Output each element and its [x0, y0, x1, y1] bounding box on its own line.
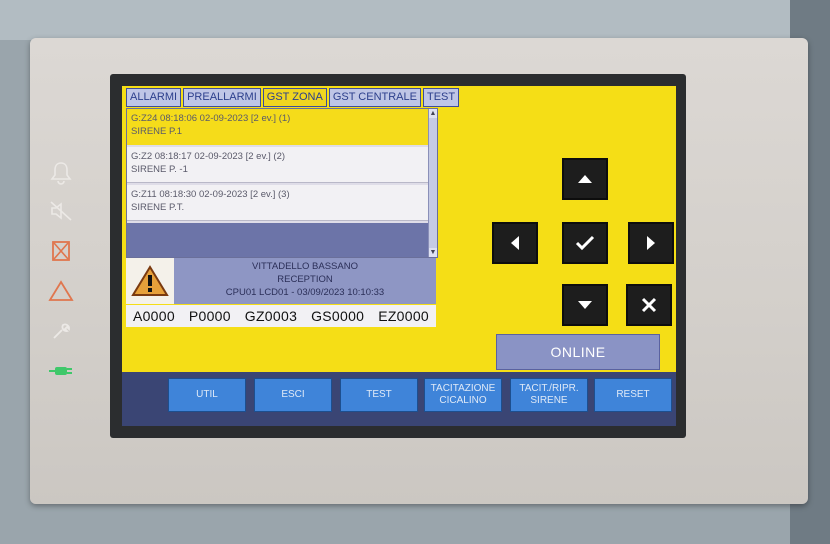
list-empty-area [127, 223, 429, 257]
confirm-button[interactable] [562, 222, 608, 264]
list-item[interactable]: G:Z2 08:18:17 02-09-2023 [2 ev.] (2) SIR… [127, 147, 429, 183]
event-line-1: G:Z11 08:18:30 02-09-2023 [2 ev.] (3) [131, 189, 290, 200]
warning-triangle-icon [44, 276, 78, 306]
tab-gst-centrale[interactable]: GST CENTRALE [328, 88, 421, 107]
counter-gs: GS0000 [311, 308, 365, 324]
checkmark-icon [575, 235, 595, 251]
touch-screen: ALLARMI PREALLARMI GST ZONA GST CENTRALE… [122, 86, 676, 426]
event-line-2: SIRENE P.T. [131, 202, 185, 213]
speaker-muted-icon [44, 196, 78, 226]
wall-background-top [0, 0, 830, 40]
test-button[interactable]: TEST [340, 378, 418, 412]
util-button[interactable]: UTIL [168, 378, 246, 412]
list-item[interactable]: G:Z24 08:18:06 02-09-2023 [2 ev.] (1) SI… [127, 109, 429, 145]
site-info-text: VITTADELLO BASSANO RECEPTION CPU01 LCD01… [176, 260, 434, 299]
online-status: ONLINE [496, 334, 660, 370]
wrench-icon [44, 316, 78, 346]
event-line-1: G:Z24 08:18:06 02-09-2023 [2 ev.] (1) [131, 113, 291, 124]
tab-bar: ALLARMI PREALLARMI GST ZONA GST CENTRALE… [126, 88, 460, 107]
tacitazione-cicalino-button[interactable]: TACITAZIONE CICALINO [424, 378, 502, 412]
reset-button[interactable]: RESET [594, 378, 672, 412]
site-location: RECEPTION [277, 274, 333, 285]
nav-up-button[interactable] [562, 158, 608, 200]
esci-button[interactable]: ESCI [254, 378, 332, 412]
system-status: CPU01 LCD01 - 03/09/2023 10:10:33 [225, 287, 385, 298]
tab-allarmi[interactable]: ALLARMI [126, 88, 182, 107]
warning-icon [126, 258, 174, 304]
site-name: VITTADELLO BASSANO [252, 261, 358, 272]
bell-icon [44, 158, 78, 188]
counter-alarms: A0000 [132, 308, 175, 324]
nav-left-button[interactable] [492, 222, 538, 264]
cancel-button[interactable] [626, 284, 672, 326]
list-item[interactable]: G:Z11 08:18:30 02-09-2023 [2 ev.] (3) SI… [127, 185, 429, 221]
event-line-1: G:Z2 08:18:17 02-09-2023 [2 ev.] (2) [131, 151, 286, 162]
counter-gz: GZ0003 [244, 308, 298, 324]
counter-bar: A0000 P0000 GZ0003 GS0000 EZ0000 [126, 305, 436, 327]
event-line-2: SIRENE P.1 [131, 126, 183, 137]
power-plug-icon [44, 356, 78, 386]
counter-prealarms: P0000 [188, 308, 231, 324]
arrow-up-icon [578, 175, 592, 183]
tab-gst-zona[interactable]: GST ZONA [262, 88, 327, 107]
event-list: G:Z24 08:18:06 02-09-2023 [2 ev.] (1) SI… [126, 108, 438, 258]
arrow-left-icon [511, 236, 519, 250]
event-line-2: SIRENE P. -1 [131, 164, 188, 175]
fault-cross-icon [44, 236, 78, 266]
arrow-right-icon [647, 236, 655, 250]
tab-test[interactable]: TEST [422, 88, 460, 107]
close-icon [641, 297, 657, 313]
nav-down-button[interactable] [562, 284, 608, 326]
tab-preallarmi[interactable]: PREALLARMI [183, 88, 261, 107]
arrow-down-icon [578, 301, 592, 309]
scroll-up-arrow-icon[interactable]: ▲ [429, 109, 437, 118]
bottom-button-bar: UTIL ESCI TEST TACITAZIONE CICALINO TACI… [122, 372, 676, 426]
counter-ez: EZ0000 [378, 308, 430, 324]
nav-right-button[interactable] [628, 222, 674, 264]
tacit-ripr-sirene-button[interactable]: TACIT./RIPR. SIRENE [510, 378, 588, 412]
site-info-panel: VITTADELLO BASSANO RECEPTION CPU01 LCD01… [126, 258, 436, 304]
scroll-down-arrow-icon[interactable]: ▼ [429, 248, 437, 257]
list-scrollbar[interactable]: ▲ ▼ [428, 109, 437, 257]
